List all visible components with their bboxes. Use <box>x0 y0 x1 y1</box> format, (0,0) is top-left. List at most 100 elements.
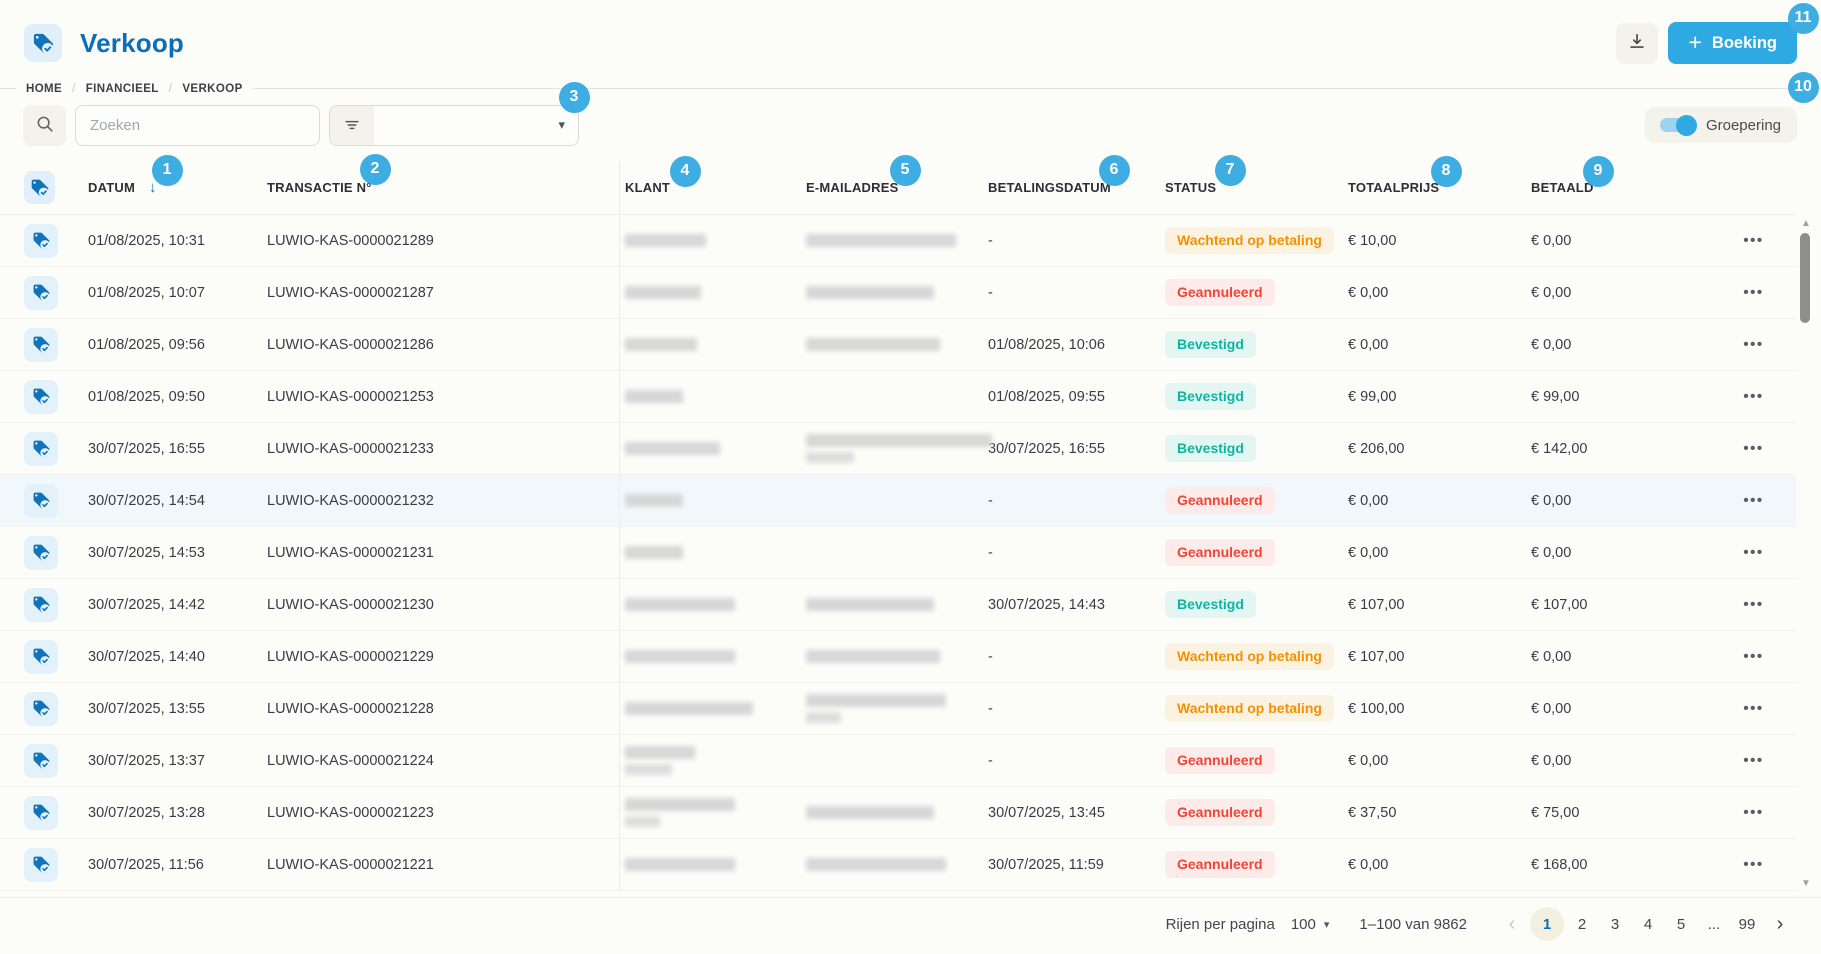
filter-dropdown[interactable]: ▾ <box>329 104 579 146</box>
chevron-down-icon: ▾ <box>558 117 565 132</box>
status-badge: Wachtend op betaling <box>1165 643 1334 670</box>
plus-icon: + <box>1688 28 1702 55</box>
annotation-badge-10: 10 <box>1787 71 1819 103</box>
row-tag-check-icon[interactable] <box>24 223 58 258</box>
cell-datum: 30/07/2025, 13:28 <box>88 804 205 821</box>
table-row[interactable]: 30/07/2025, 13:28 LUWIO-KAS-0000021223 3… <box>0 787 1796 839</box>
more-options-icon[interactable]: ••• <box>1743 492 1763 509</box>
cell-transactie: LUWIO-KAS-0000021229 <box>267 648 434 665</box>
klant-redacted-1 <box>625 234 706 247</box>
more-options-icon[interactable]: ••• <box>1743 284 1763 301</box>
column-header-status[interactable]: STATUS <box>1165 180 1348 195</box>
row-tag-check-icon[interactable] <box>24 431 58 466</box>
more-options-icon[interactable]: ••• <box>1743 804 1763 821</box>
cell-totaalprijs: € 0,00 <box>1348 492 1389 509</box>
more-options-icon[interactable]: ••• <box>1743 596 1763 613</box>
breadcrumb: HOME / FINANCIEEL / VERKOOP <box>0 82 1821 95</box>
scroll-down-icon[interactable]: ▼ <box>1799 878 1813 889</box>
row-tag-check-icon[interactable] <box>24 795 58 830</box>
row-tag-check-icon[interactable] <box>24 587 58 622</box>
select-all-tag-icon[interactable] <box>24 171 55 204</box>
column-header-klant[interactable]: KLANT <box>625 180 806 195</box>
breadcrumb-home[interactable]: HOME <box>26 83 62 95</box>
cell-betalingsdatum: - <box>988 492 993 509</box>
page-button-4[interactable]: 4 <box>1633 907 1663 941</box>
more-options-icon[interactable]: ••• <box>1743 752 1763 769</box>
klant-redacted-1 <box>625 598 735 611</box>
more-options-icon[interactable]: ••• <box>1743 232 1763 249</box>
column-header-betalingsdatum[interactable]: BETALINGSDATUM <box>988 180 1165 195</box>
table-row[interactable]: 30/07/2025, 14:40 LUWIO-KAS-0000021229 -… <box>0 631 1796 683</box>
annotation-badge-1: 1 <box>151 154 183 186</box>
sort-desc-icon[interactable]: ↓ <box>149 179 157 196</box>
row-tag-check-icon[interactable] <box>24 327 58 362</box>
search-button[interactable] <box>23 104 66 146</box>
row-tag-check-icon[interactable] <box>24 535 58 570</box>
klant-redacted-1 <box>625 546 683 559</box>
annotation-badge-9: 9 <box>1582 155 1614 187</box>
row-tag-check-icon[interactable] <box>24 379 58 414</box>
row-tag-check-icon[interactable] <box>24 691 58 726</box>
cell-datum: 01/08/2025, 09:50 <box>88 388 205 405</box>
row-tag-check-icon[interactable] <box>24 275 58 310</box>
cell-betalingsdatum: 30/07/2025, 11:59 <box>988 856 1104 873</box>
more-options-icon[interactable]: ••• <box>1743 388 1763 405</box>
cell-datum: 01/08/2025, 09:56 <box>88 336 205 353</box>
column-header-transactie[interactable]: TRANSACTIE N° <box>267 180 625 195</box>
table-row[interactable]: 30/07/2025, 16:55 LUWIO-KAS-0000021233 3… <box>0 423 1796 475</box>
toolbar: ▾ Groepering <box>23 104 1797 146</box>
page-button-99[interactable]: 99 <box>1732 907 1762 941</box>
table-row[interactable]: 30/07/2025, 14:53 LUWIO-KAS-0000021231 -… <box>0 527 1796 579</box>
add-boeking-button[interactable]: + Boeking <box>1668 22 1797 64</box>
cell-betaald: € 0,00 <box>1531 648 1572 665</box>
row-tag-check-icon[interactable] <box>24 483 58 518</box>
cell-klant <box>625 338 806 351</box>
cell-betaald: € 0,00 <box>1531 700 1572 717</box>
row-tag-check-icon[interactable] <box>24 743 58 778</box>
breadcrumb-financieel[interactable]: FINANCIEEL <box>86 83 159 95</box>
more-options-icon[interactable]: ••• <box>1743 544 1763 561</box>
scroll-up-icon[interactable]: ▲ <box>1799 218 1813 229</box>
scrollbar-thumb[interactable] <box>1800 233 1810 323</box>
table-row[interactable]: 30/07/2025, 14:54 LUWIO-KAS-0000021232 -… <box>0 475 1796 527</box>
more-options-icon[interactable]: ••• <box>1743 440 1763 457</box>
table-row[interactable]: 01/08/2025, 09:50 LUWIO-KAS-0000021253 0… <box>0 371 1796 423</box>
page-button-1[interactable]: 1 <box>1530 907 1564 941</box>
download-button[interactable] <box>1616 22 1659 64</box>
email-redacted-1 <box>806 234 956 247</box>
cell-totaalprijs: € 107,00 <box>1348 648 1405 665</box>
cell-betalingsdatum: - <box>988 648 993 665</box>
cell-datum: 30/07/2025, 13:37 <box>88 752 205 769</box>
more-options-icon[interactable]: ••• <box>1743 648 1763 665</box>
page-button-5[interactable]: 5 <box>1666 907 1696 941</box>
cell-klant <box>625 286 806 299</box>
cell-betalingsdatum: - <box>988 700 993 717</box>
table-body: 01/08/2025, 10:31 LUWIO-KAS-0000021289 -… <box>0 215 1796 891</box>
search-input[interactable] <box>75 104 320 146</box>
page-button-3[interactable]: 3 <box>1600 907 1630 941</box>
prev-page-button[interactable]: ‹ <box>1497 907 1527 941</box>
table-row[interactable]: 30/07/2025, 14:42 LUWIO-KAS-0000021230 3… <box>0 579 1796 631</box>
grouping-toggle[interactable] <box>1659 114 1697 136</box>
more-options-icon[interactable]: ••• <box>1743 336 1763 353</box>
cell-betaald: € 0,00 <box>1531 232 1572 249</box>
status-badge: Wachtend op betaling <box>1165 227 1334 254</box>
more-options-icon[interactable]: ••• <box>1743 856 1763 873</box>
more-options-icon[interactable]: ••• <box>1743 700 1763 717</box>
table-row[interactable]: 01/08/2025, 09:56 LUWIO-KAS-0000021286 0… <box>0 319 1796 371</box>
table-row[interactable]: 01/08/2025, 10:07 LUWIO-KAS-0000021287 -… <box>0 267 1796 319</box>
cell-totaalprijs: € 0,00 <box>1348 336 1389 353</box>
next-page-button[interactable]: › <box>1765 907 1795 941</box>
column-header-betaald[interactable]: BETAALD <box>1531 180 1711 195</box>
row-tag-check-icon[interactable] <box>24 639 58 674</box>
cell-klant <box>625 598 806 611</box>
cell-email <box>806 806 988 819</box>
row-tag-check-icon[interactable] <box>24 847 58 882</box>
table-row[interactable]: 01/08/2025, 10:31 LUWIO-KAS-0000021289 -… <box>0 215 1796 267</box>
table-row[interactable]: 30/07/2025, 11:56 LUWIO-KAS-0000021221 3… <box>0 839 1796 891</box>
page-button-2[interactable]: 2 <box>1567 907 1597 941</box>
table-row[interactable]: 30/07/2025, 13:55 LUWIO-KAS-0000021228 -… <box>0 683 1796 735</box>
rows-per-page-select[interactable]: 100 ▾ <box>1291 916 1330 933</box>
email-redacted-1 <box>806 650 940 663</box>
table-row[interactable]: 30/07/2025, 13:37 LUWIO-KAS-0000021224 -… <box>0 735 1796 787</box>
